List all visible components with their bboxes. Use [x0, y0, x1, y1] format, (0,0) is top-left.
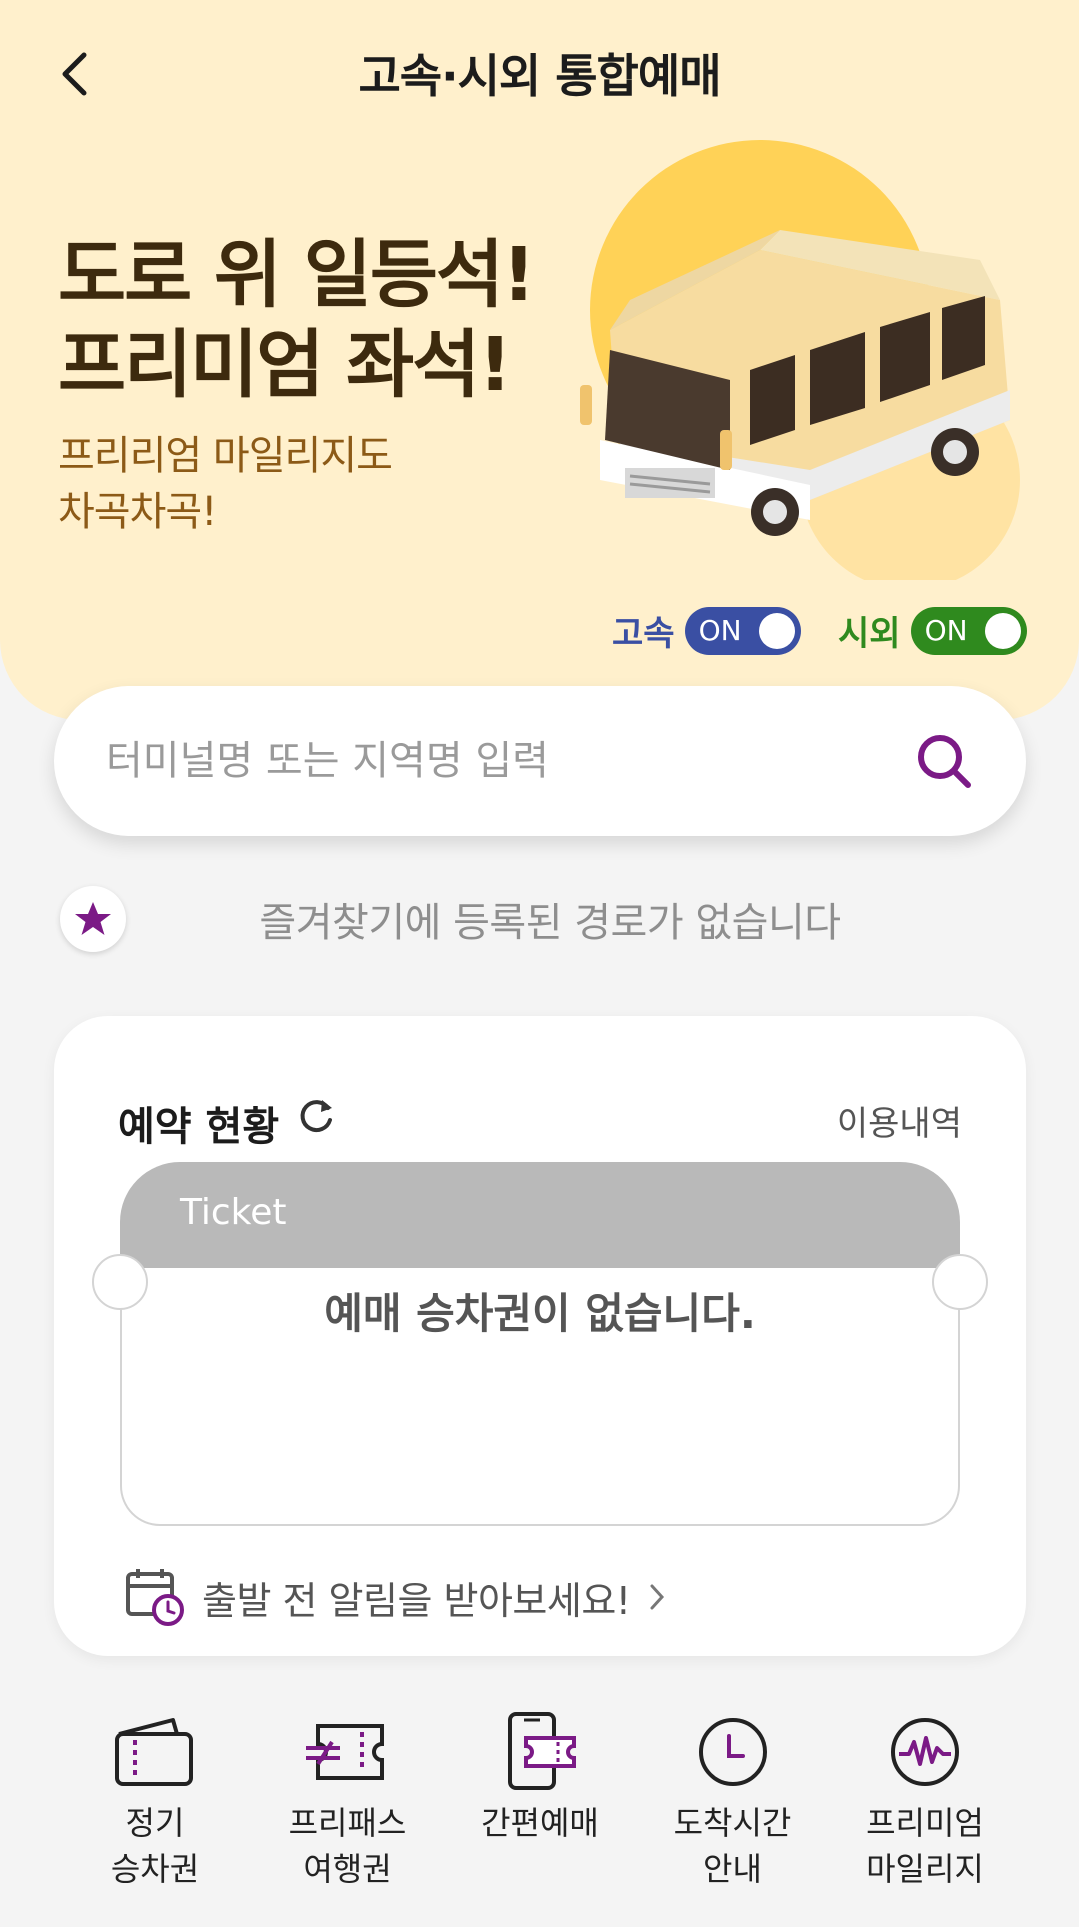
quick-label: 프리패스 여행권: [288, 1804, 407, 1888]
clock-icon: [698, 1718, 767, 1786]
quick-label: 정기 승차권: [110, 1804, 200, 1888]
ticket-header: Ticket: [120, 1162, 960, 1268]
reservation-title: 예약 현황: [118, 1104, 280, 1150]
bus-illustration: [580, 140, 1020, 580]
express-label: 고속: [612, 614, 675, 654]
quick-menu: 정기 승차권 프리패스 여행권 간편예매 도착시간 안내 프리미엄 마일리지: [70, 1712, 1010, 1892]
reservation-card: 예약 현황 이용내역 Ticket 예매 승차권이 없습니다. 출발 전 알림을…: [54, 1016, 1026, 1656]
hero-headline-line2: 프리미엄 좌석!: [58, 322, 512, 408]
chevron-right-icon: [650, 1584, 664, 1610]
hero-subline-line2: 차곡차곡!: [58, 489, 217, 535]
mileage-icon: [891, 1718, 959, 1786]
quick-label: 도착시간 안내: [673, 1804, 792, 1888]
usage-history-link[interactable]: 이용내역: [837, 1096, 962, 1145]
wallet-icon: [115, 1718, 193, 1786]
ticket-pass-icon: [305, 1724, 384, 1780]
quick-item-arrival-time[interactable]: 도착시간 안내: [648, 1712, 818, 1892]
quick-item-easy-booking[interactable]: 간편예매: [455, 1712, 625, 1892]
quick-label: 간편예매: [481, 1804, 599, 1842]
ticket-empty-text: 예매 승차권이 없습니다.: [324, 1289, 756, 1338]
quick-item-season-ticket[interactable]: 정기 승차권: [70, 1712, 240, 1892]
intercity-toggle-state: ON: [924, 614, 968, 647]
hero-subline: 프리리엄 마일리지도 차곡차곡!: [58, 428, 393, 540]
toggle-knob: [984, 612, 1021, 649]
hero-headline: 도로 위 일등석! 프리미엄 좌석!: [58, 230, 536, 410]
hero-headline-line1: 도로 위 일등석!: [58, 232, 536, 318]
express-toggle[interactable]: ON: [684, 606, 801, 655]
terminal-search-bar: [54, 686, 1026, 836]
quick-label: 프리미엄 마일리지: [866, 1804, 984, 1888]
intercity-label: 시외: [838, 614, 901, 654]
star-icon: [75, 902, 111, 935]
alarm-text: 출발 전 알림을 받아보세요!: [202, 1578, 631, 1623]
ticket-box: Ticket 예매 승차권이 없습니다.: [92, 1162, 988, 1526]
intercity-toggle-group: 시외 ON: [838, 606, 1027, 655]
favorites-empty-text: 즐겨찾기에 등록된 경로가 없습니다: [259, 900, 841, 946]
favorites-button[interactable]: [60, 886, 126, 952]
calendar-clock-icon: [126, 1569, 184, 1626]
express-toggle-group: 고속 ON: [612, 606, 801, 655]
refresh-icon[interactable]: [294, 1094, 338, 1138]
departure-alarm-link[interactable]: 출발 전 알림을 받아보세요!: [124, 1566, 667, 1628]
search-icon[interactable]: [914, 731, 974, 791]
phone-ticket-icon: [508, 1712, 576, 1790]
hero-subline-line1: 프리리엄 마일리지도: [58, 433, 393, 479]
ticket-header-label: Ticket: [180, 1192, 287, 1233]
intercity-toggle[interactable]: ON: [910, 606, 1027, 655]
hero-banner: 고속·시외 통합예매 도로 위 일등석! 프리미엄 좌석! 프리리엄 마일리지도…: [0, 0, 1079, 720]
express-toggle-state: ON: [698, 614, 742, 647]
page-title: 고속·시외 통합예매: [358, 49, 721, 103]
toggle-knob: [758, 612, 795, 649]
quick-item-premium-mileage[interactable]: 프리미엄 마일리지: [840, 1712, 1010, 1892]
search-input[interactable]: [106, 738, 914, 784]
quick-item-free-pass[interactable]: 프리패스 여행권: [263, 1712, 433, 1892]
